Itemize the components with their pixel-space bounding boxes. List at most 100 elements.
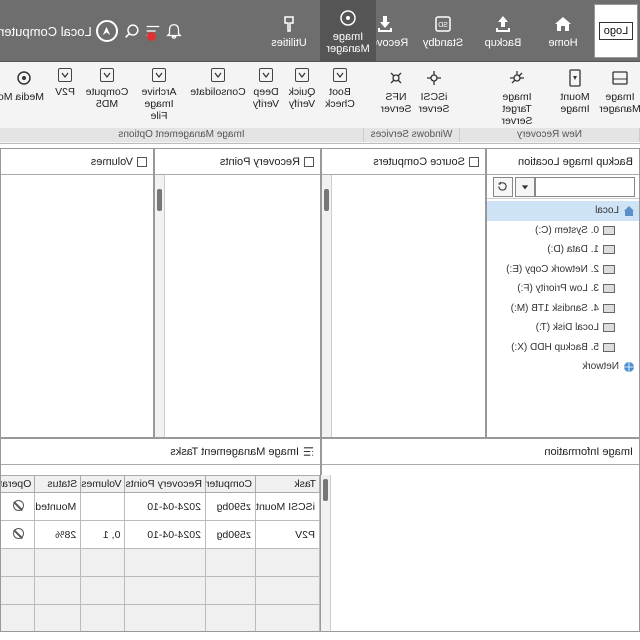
backup-image-location-title: Backup Image Location: [518, 155, 633, 168]
consolidate-button[interactable]: Consolidate: [189, 64, 247, 128]
tree-item[interactable]: 4. Sandisk 1TB (M:): [487, 299, 639, 319]
deep-verify-button[interactable]: Deep Verify: [248, 64, 284, 128]
cell-status: Mounted: [34, 492, 81, 521]
drive-icon: [603, 264, 615, 274]
scrollbar[interactable]: [321, 475, 331, 631]
table-row[interactable]: P2V z590bg 2024-04-10 0, 1 28%: [0, 520, 320, 549]
location-search-input[interactable]: [535, 176, 635, 197]
empty-cell: [205, 604, 256, 632]
tree-item-label: Local: [595, 205, 619, 216]
checkbox-icon: [100, 68, 114, 82]
mount-image-label: Mount Image: [560, 91, 590, 115]
cell-task: iSCSI Mount: [255, 492, 320, 521]
quick-verify-button[interactable]: Quick Verify: [284, 64, 320, 128]
nfs-server-button[interactable]: NFS Server: [378, 64, 414, 128]
tasks-table: Task Computer Recovery Points Volumes Status…: [0, 475, 320, 632]
image-target-server-button[interactable]: Image Target Server: [488, 64, 546, 128]
dropdown-button[interactable]: [515, 176, 535, 197]
image-information-title: Image Information: [544, 445, 633, 458]
top-navigation: Logo Home Backup SD Standby Recovery Ima…: [0, 0, 640, 62]
column-header[interactable]: Volumes: [80, 475, 125, 493]
scrollbar[interactable]: [322, 175, 332, 437]
image-manager-ribbon-button[interactable]: Image Manager: [599, 64, 640, 128]
media-mode-button[interactable]: Media Mo: [0, 64, 44, 128]
checkbox-icon: [333, 68, 347, 82]
alert-badge: [146, 32, 156, 41]
nav-backup-button[interactable]: Backup: [474, 0, 532, 62]
nav-image-manager-button[interactable]: Image Manager: [320, 0, 376, 62]
ribbon-toolbar: Image Manager Mount Image Image Target S…: [0, 62, 640, 144]
nav-standby-button[interactable]: SD Standby: [414, 0, 472, 62]
group-windows-services: Windows Services: [364, 128, 460, 142]
search-button[interactable]: [122, 17, 143, 45]
iscsi-server-button[interactable]: iSCSI Server: [416, 64, 452, 128]
scrollbar-thumb[interactable]: [324, 189, 329, 211]
tree-item[interactable]: 2. Network Copy (E:): [487, 260, 639, 280]
nav-home-button[interactable]: Home: [534, 0, 592, 62]
image-information-panel: Image Information: [321, 438, 640, 632]
location-toolbar: [487, 175, 639, 199]
column-header[interactable]: Status: [34, 475, 81, 493]
archive-image-file-button[interactable]: Archive Image File: [136, 64, 182, 128]
empty-cell: [255, 548, 320, 577]
backup-image-location-panel: Backup Image Location Local 0. System (C:…: [486, 148, 640, 438]
task-list-button[interactable]: [143, 17, 164, 45]
empty-cell: [255, 576, 320, 605]
tree-item[interactable]: 0. System (C:): [487, 221, 639, 241]
p2v-button[interactable]: P2V: [52, 64, 78, 128]
local-computer-selector[interactable]: Local Computer: [0, 20, 118, 42]
nav-utilities-label: Utilities: [271, 36, 307, 49]
column-header[interactable]: Computer: [205, 475, 256, 493]
scrollbar-thumb[interactable]: [323, 479, 328, 501]
tree-item[interactable]: Local Disk (T:): [487, 318, 639, 338]
checkbox-icon: [259, 68, 273, 82]
tree-item-label: 5. Backup HDD (X:): [511, 341, 599, 353]
tree-item[interactable]: 1. Data (D:): [487, 240, 639, 260]
column-header[interactable]: Operatio: [0, 475, 35, 493]
drive-icon: [603, 284, 615, 294]
cell-volumes: [80, 492, 125, 521]
notifications-button[interactable]: [164, 17, 185, 45]
column-header[interactable]: Recovery Points: [124, 475, 206, 493]
cancel-icon[interactable]: [13, 499, 25, 511]
cancel-icon[interactable]: [13, 527, 25, 539]
nfs-icon: [390, 72, 402, 84]
top-right-tools: Local Computer: [0, 0, 185, 62]
boot-check-button[interactable]: Boot Check: [322, 64, 358, 128]
tree-item[interactable]: 3. Low Priority (F:): [487, 279, 639, 299]
cell-recovery-points: 2024-04-10: [124, 520, 206, 549]
cell-volumes: 0, 1: [80, 520, 125, 549]
navigation-arrow-icon: [95, 20, 118, 42]
cell-computer: z590bg: [205, 492, 256, 521]
nav-utilities-button[interactable]: Utilities: [260, 0, 318, 62]
select-all-checkbox[interactable]: [304, 156, 314, 167]
refresh-icon: [498, 181, 508, 191]
empty-cell: [124, 576, 206, 605]
empty-cell: [34, 604, 81, 632]
select-all-checkbox[interactable]: [137, 156, 147, 167]
tree-item[interactable]: Local: [487, 201, 639, 221]
scrollbar-thumb[interactable]: [157, 189, 162, 211]
empty-cell: [80, 576, 125, 605]
panel-header: Source Computers: [322, 149, 485, 175]
nav-home-label: Home: [548, 36, 578, 49]
table-row[interactable]: iSCSI Mount z590bg 2024-04-10 Mounted: [0, 492, 320, 521]
mount-image-button[interactable]: Mount Image: [554, 64, 596, 128]
network-hub-icon: [510, 71, 524, 84]
empty-row: [0, 604, 320, 632]
tree-item-label: 3. Low Priority (F:): [517, 283, 599, 294]
compute-md5-button[interactable]: Compute MD5: [84, 64, 130, 128]
logo-text: Logo: [598, 22, 634, 40]
tree-item[interactable]: 5. Backup HDD (X:): [487, 338, 639, 358]
nav-backup-label: Backup: [484, 36, 522, 49]
empty-cell: [80, 548, 125, 577]
refresh-button[interactable]: [493, 176, 513, 197]
column-header[interactable]: Task: [255, 475, 320, 493]
cell-task: P2V: [255, 520, 320, 549]
empty-cell: [80, 604, 125, 632]
scrollbar[interactable]: [155, 175, 165, 437]
select-all-checkbox[interactable]: [469, 156, 479, 167]
sd-card-icon: SD: [435, 15, 451, 32]
tree-item[interactable]: Network: [487, 357, 639, 377]
source-computers-title: Source Computers: [373, 155, 465, 168]
